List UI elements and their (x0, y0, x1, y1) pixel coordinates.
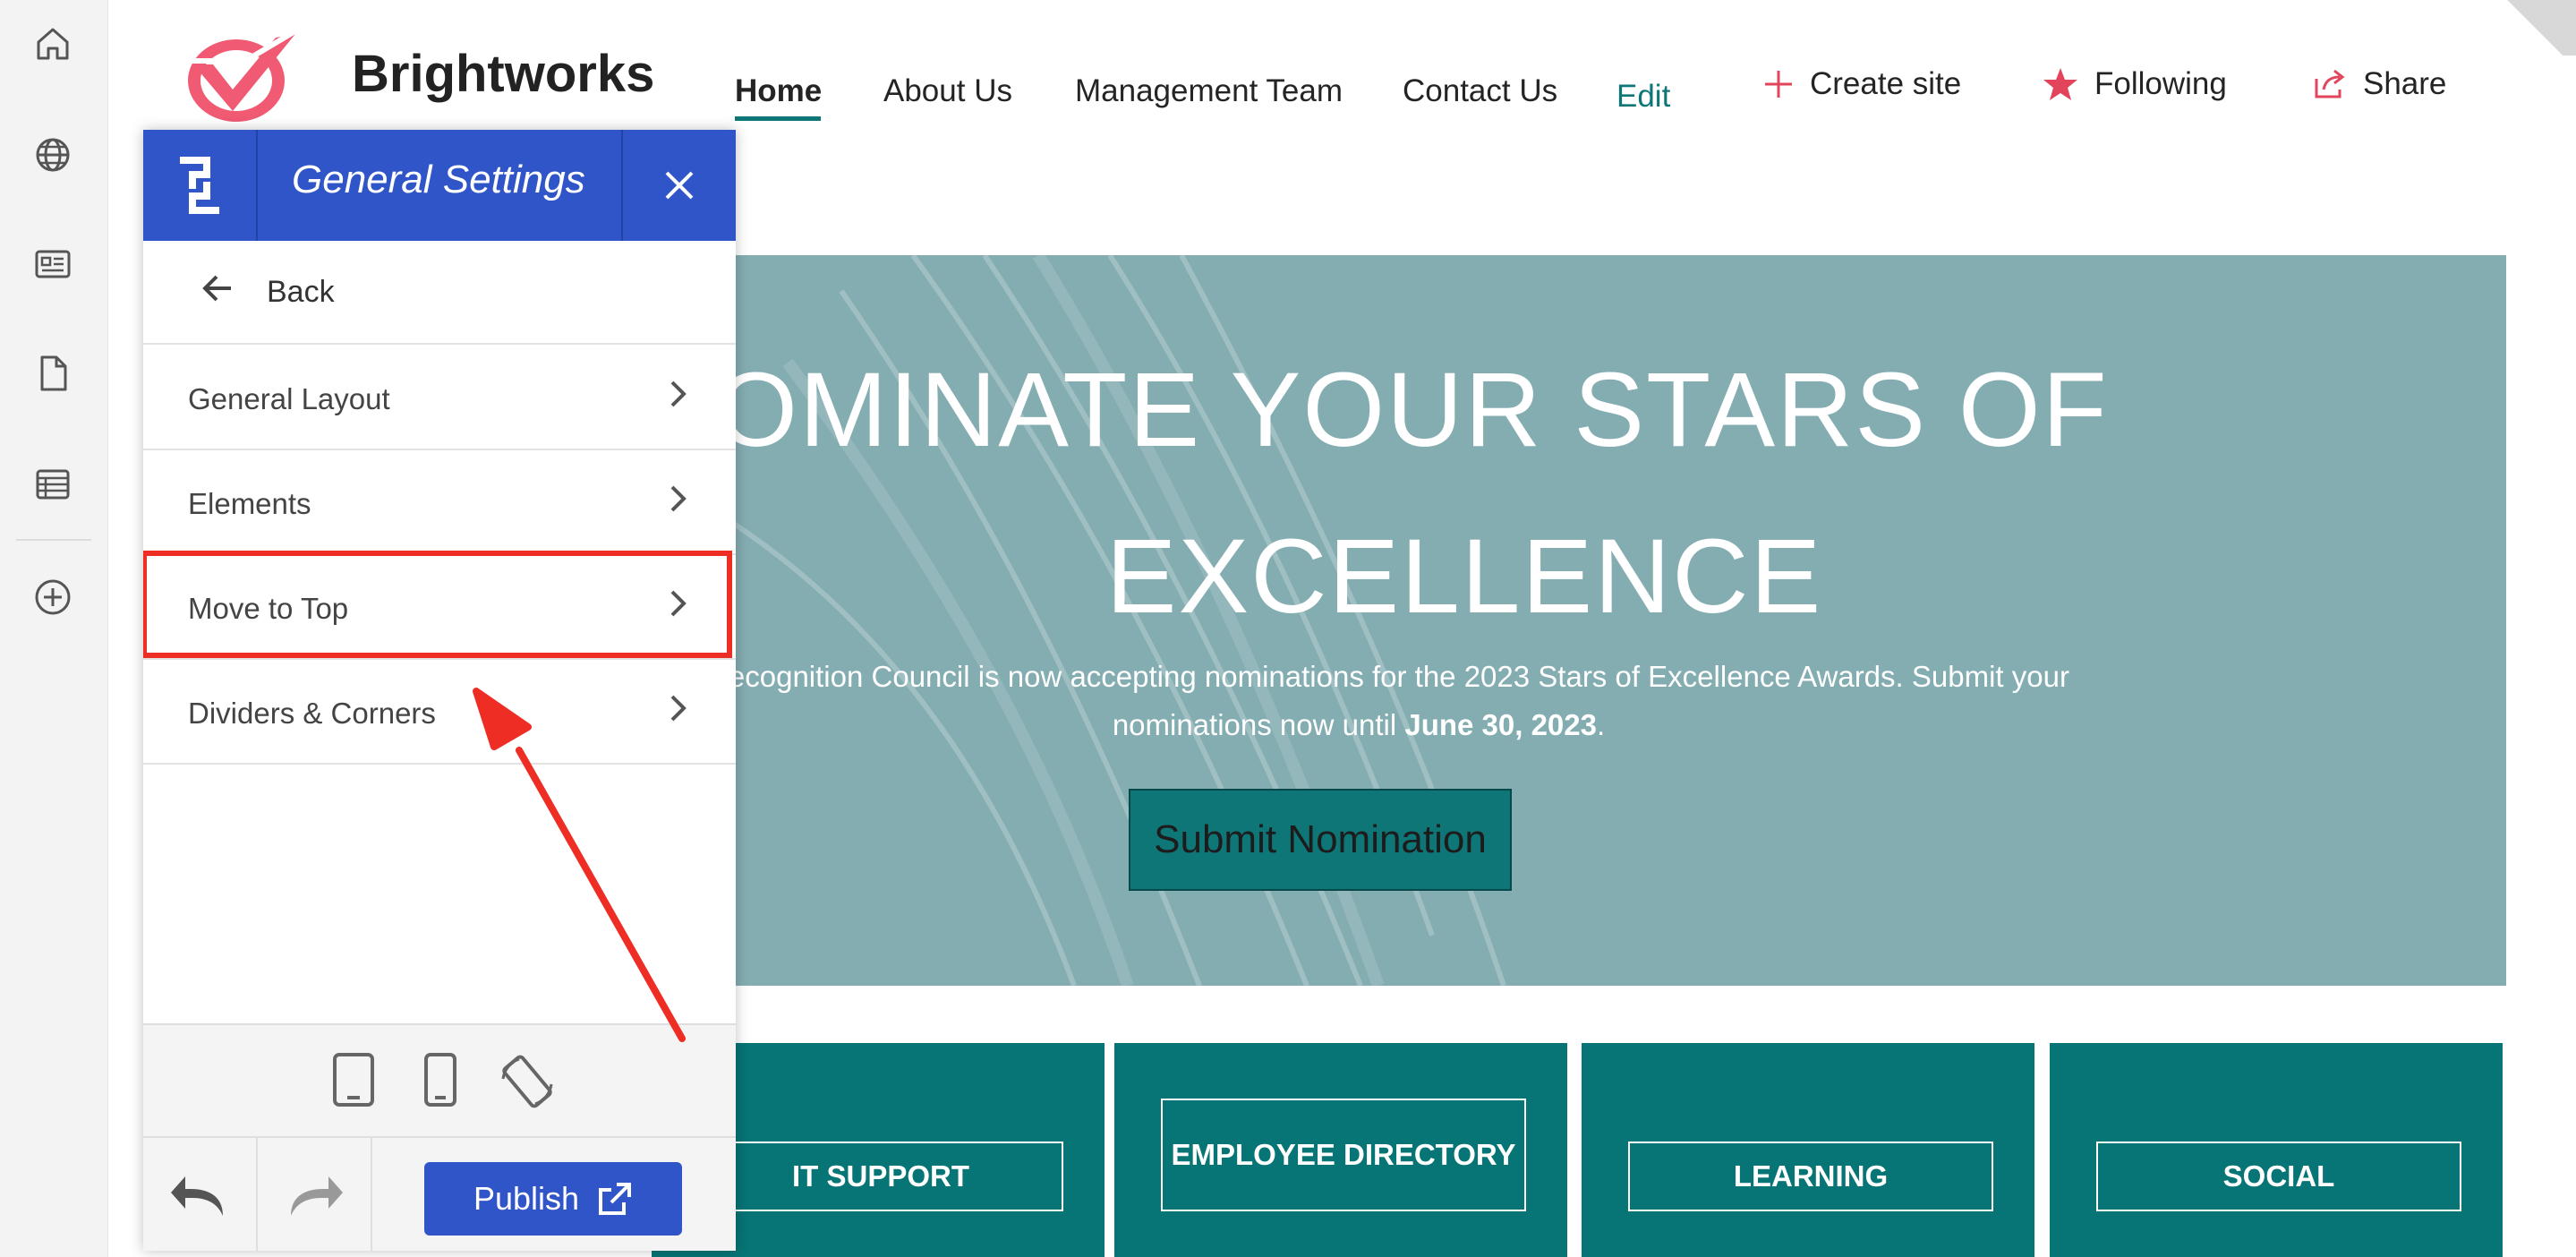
hero-deadline: June 30, 2023 (1404, 708, 1597, 741)
close-icon (665, 171, 694, 200)
undo-button[interactable] (143, 1138, 258, 1251)
list-icon[interactable] (30, 462, 75, 507)
share-label: Share (2363, 66, 2447, 101)
hero-title-line2: EXCELLENCE (1105, 517, 1823, 636)
panel-title: General Settings (292, 158, 585, 201)
panel-header: General Settings (143, 130, 736, 241)
device-preview-bar (143, 1023, 736, 1138)
add-icon[interactable] (30, 575, 75, 620)
menu-item-label: Elements (188, 487, 311, 520)
it-support-button[interactable]: IT SUPPORT (698, 1142, 1063, 1211)
app-rail (0, 0, 108, 1257)
external-link-icon (599, 1183, 632, 1215)
menu-item-label: Dividers & Corners (188, 697, 436, 730)
redo-button[interactable] (258, 1138, 372, 1251)
menu-item-label: General Layout (188, 382, 390, 415)
employee-directory-button[interactable]: EMPLOYEE DIRECTORY (1161, 1099, 1526, 1211)
tablet-icon[interactable] (331, 1052, 376, 1107)
nav-active-indicator (735, 116, 821, 121)
menu-item-move-to-top[interactable]: Move to Top (143, 551, 736, 660)
nav-management-team[interactable]: Management Team (1075, 75, 1343, 107)
general-settings-panel: General Settings Back General Layout Ele… (143, 130, 736, 1251)
hero-description-end: . (1597, 708, 1606, 741)
menu-item-dividers-corners[interactable]: Dividers & Corners (143, 659, 736, 765)
home-icon[interactable] (30, 21, 75, 66)
share-button[interactable]: Share (2313, 66, 2446, 102)
nav-contact-us[interactable]: Contact Us (1403, 75, 1557, 107)
share-icon (2315, 69, 2345, 98)
nav-about-us[interactable]: About Us (883, 75, 1012, 107)
news-icon[interactable] (30, 242, 75, 286)
plus-icon (1765, 71, 1792, 98)
submit-nomination-button[interactable]: Submit Nomination (1129, 789, 1512, 891)
site-title[interactable]: Brightworks (352, 48, 654, 100)
back-label: Back (267, 275, 335, 309)
back-button[interactable]: Back (143, 241, 736, 345)
phone-icon[interactable] (422, 1052, 458, 1107)
rail-divider (16, 539, 91, 541)
redo-icon (291, 1176, 343, 1216)
nav-edit-link[interactable]: Edit (1616, 81, 1670, 112)
hero-banner: NOMINATE YOUR STARS OF EXCELLENCE The Re… (734, 255, 2506, 986)
chevron-right-icon (670, 590, 687, 617)
create-site-label: Create site (1810, 66, 1962, 101)
nav-home[interactable]: Home (735, 75, 822, 107)
social-button[interactable]: SOCIAL (2096, 1142, 2461, 1211)
undo-icon (171, 1176, 223, 1216)
chevron-right-icon (670, 695, 687, 722)
tile-employee-directory: EMPLOYEE DIRECTORY (1114, 1043, 1567, 1257)
panel-footer: Publish (143, 1136, 736, 1251)
menu-item-label: Move to Top (188, 592, 349, 625)
tile-learning: LEARNING (1582, 1043, 2034, 1257)
following-label: Following (2094, 66, 2227, 101)
site-logo[interactable] (177, 24, 304, 125)
arrow-left-icon (202, 275, 231, 302)
expand-corner-icon[interactable] (2494, 0, 2576, 56)
star-icon (2043, 68, 2077, 100)
learning-button[interactable]: LEARNING (1628, 1142, 1993, 1211)
document-icon[interactable] (30, 351, 75, 396)
panel-logo-icon (143, 130, 258, 241)
chevron-right-icon (670, 485, 687, 512)
chevron-right-icon (670, 381, 687, 407)
globe-icon[interactable] (30, 133, 75, 177)
hero-description: The Recognition Council is now accepting… (734, 653, 2091, 749)
create-site-button[interactable]: Create site (1763, 66, 1961, 102)
hero-title-line1: NOMINATE YOUR STARS OF (734, 351, 2109, 469)
following-button[interactable]: Following (2043, 66, 2227, 102)
publish-label: Publish (473, 1180, 580, 1217)
tile-social: SOCIAL (2050, 1043, 2503, 1257)
hero-description-text: The Recognition Council is now accepting… (734, 660, 2069, 741)
menu-item-general-layout[interactable]: General Layout (143, 345, 736, 450)
menu-item-elements[interactable]: Elements (143, 449, 736, 555)
rotate-device-icon[interactable] (498, 1052, 557, 1111)
panel-close-button[interactable] (621, 130, 736, 241)
publish-button[interactable]: Publish (424, 1162, 682, 1236)
